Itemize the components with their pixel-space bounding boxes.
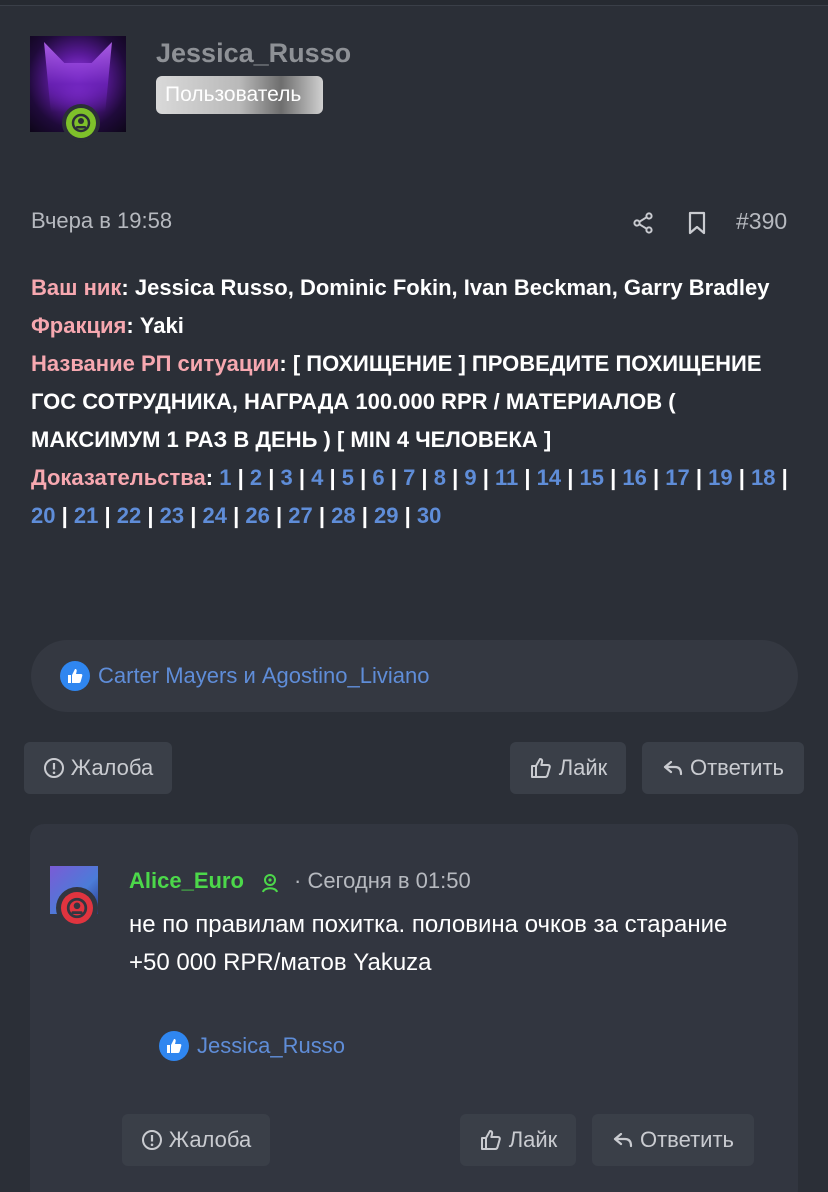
rp-line: Название РП ситуации: [ ПОХИЩЕНИЕ ] ПРОВ… xyxy=(31,351,762,452)
comment-reactions[interactable]: Jessica_Russo xyxy=(159,1031,345,1061)
reply-arrow-icon xyxy=(663,760,683,776)
author-username[interactable]: Jessica_Russo xyxy=(156,38,351,69)
comment-text: не по правилам похитка. половина очков з… xyxy=(129,911,728,976)
top-divider xyxy=(0,0,828,6)
proof-link[interactable]: 5 xyxy=(342,465,354,490)
proof-label: Доказательства xyxy=(31,465,206,490)
proof-link[interactable]: 16 xyxy=(622,465,646,490)
post-number-link[interactable]: #390 xyxy=(736,208,787,235)
report-button[interactable]: Жалоба xyxy=(24,742,172,794)
comment-like-label: Лайк xyxy=(508,1127,558,1152)
proof-link[interactable]: 1 xyxy=(219,465,231,490)
online-status-icon xyxy=(62,104,100,142)
comment-reactions-text[interactable]: Jessica_Russo xyxy=(197,1033,345,1059)
comment-reply-arrow-icon xyxy=(613,1132,633,1148)
post-body: Ваш ник: Jessica Russo, Dominic Fokin, I… xyxy=(31,269,806,535)
proof-link[interactable]: 22 xyxy=(117,503,141,528)
comment-reply-label: Ответить xyxy=(639,1127,735,1152)
proof-link[interactable]: 23 xyxy=(160,503,184,528)
like-reaction-icon xyxy=(60,661,90,691)
proof-link[interactable]: 20 xyxy=(31,503,55,528)
proof-link[interactable]: 18 xyxy=(751,465,775,490)
thumbs-up-icon xyxy=(530,758,551,778)
rp-label: Название РП ситуации xyxy=(31,351,280,376)
proof-link[interactable]: 9 xyxy=(464,465,476,490)
verified-user-icon xyxy=(262,874,278,893)
proof-link[interactable]: 14 xyxy=(537,465,561,490)
proof-link[interactable]: 15 xyxy=(580,465,604,490)
post-reactions-bar[interactable]: Carter Mayers и Agostino_Liviano xyxy=(31,640,798,712)
like-label: Лайк xyxy=(558,755,608,780)
comment-report-button[interactable]: Жалоба xyxy=(122,1114,270,1166)
nick-label: Ваш ник xyxy=(31,275,122,300)
share-icon[interactable] xyxy=(631,211,655,235)
proof-link[interactable]: 27 xyxy=(288,503,312,528)
comment-report-icon xyxy=(141,1130,162,1150)
comment-thumbs-up-icon xyxy=(480,1130,501,1150)
nick-line: Ваш ник: Jessica Russo, Dominic Fokin, I… xyxy=(31,275,770,300)
proof-link[interactable]: 28 xyxy=(331,503,355,528)
proof-link[interactable]: 8 xyxy=(434,465,446,490)
post-reactions-text[interactable]: Carter Mayers и Agostino_Liviano xyxy=(98,663,429,689)
reply-label: Ответить xyxy=(689,755,785,780)
comment-like-button[interactable]: Лайк xyxy=(460,1114,576,1166)
faction-label: Фракция xyxy=(31,313,127,338)
proof-link[interactable]: 3 xyxy=(281,465,293,490)
comment-like-reaction-icon xyxy=(159,1031,189,1061)
like-button[interactable]: Лайк xyxy=(510,742,626,794)
comment-date[interactable]: · Сегодня в 01:50 xyxy=(294,868,471,894)
proof-link[interactable]: 4 xyxy=(311,465,323,490)
proof-link[interactable]: 24 xyxy=(203,503,227,528)
proof-link[interactable]: 30 xyxy=(417,503,441,528)
report-label: Жалоба xyxy=(70,755,154,780)
proof-link[interactable]: 26 xyxy=(245,503,269,528)
proof-link[interactable]: 29 xyxy=(374,503,398,528)
proof-link[interactable]: 6 xyxy=(372,465,384,490)
user-role-badge: Пользователь xyxy=(156,76,323,114)
faction-line: Фракция: Yaki xyxy=(31,313,184,338)
comment-report-label: Жалоба xyxy=(168,1127,252,1152)
bookmark-icon[interactable] xyxy=(686,211,708,235)
proof-link[interactable]: 17 xyxy=(665,465,689,490)
comment-author-name[interactable]: Alice_Euro xyxy=(129,868,244,894)
proof-link[interactable]: 11 xyxy=(495,465,518,490)
proof-line: Доказательства: 1 | 2 | 3 | 4 | 5 | 6 | … xyxy=(31,465,788,528)
comment-reply-button[interactable]: Ответить xyxy=(592,1114,754,1166)
post-date[interactable]: Вчера в 19:58 xyxy=(31,208,172,234)
offline-status-icon xyxy=(56,887,98,929)
reply-button[interactable]: Ответить xyxy=(642,742,804,794)
faction-value: Yaki xyxy=(139,313,184,338)
proof-link[interactable]: 19 xyxy=(708,465,732,490)
proof-link[interactable]: 2 xyxy=(250,465,262,490)
proof-link[interactable]: 21 xyxy=(74,503,98,528)
report-icon xyxy=(43,758,64,778)
proof-link[interactable]: 7 xyxy=(403,465,415,490)
nick-value: Jessica Russo, Dominic Fokin, Ivan Beckm… xyxy=(134,275,770,300)
